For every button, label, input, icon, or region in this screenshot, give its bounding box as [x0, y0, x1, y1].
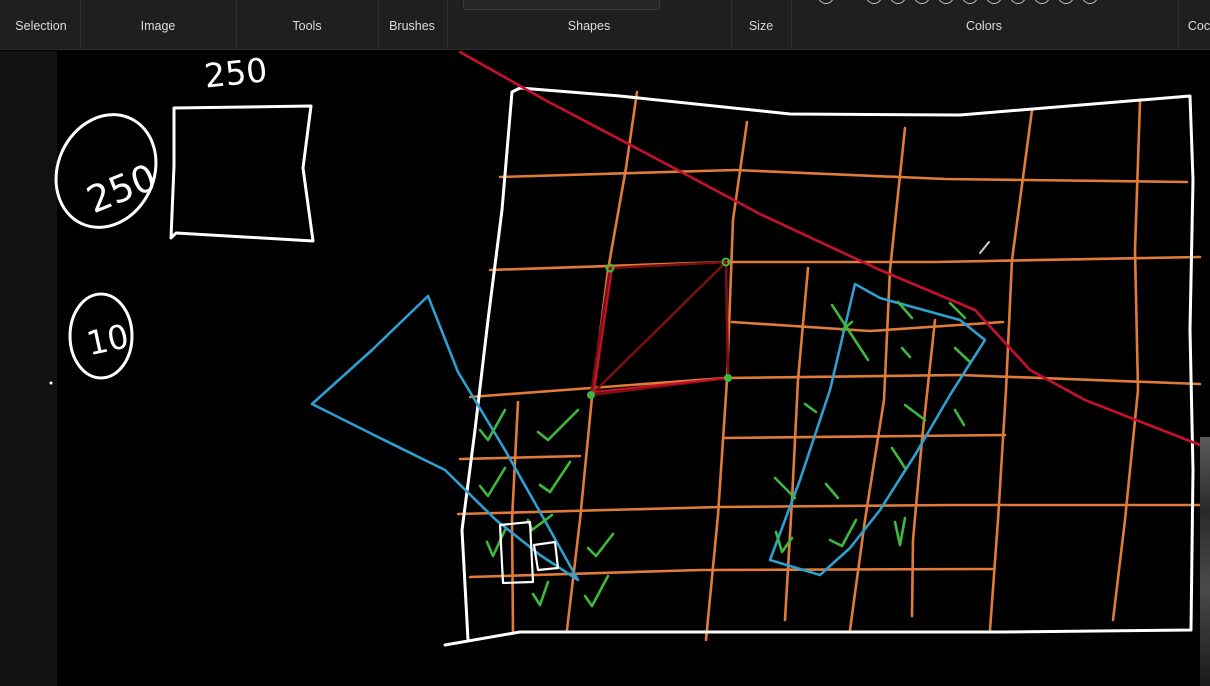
drawing-canvas[interactable]: 250 250 10 — [49, 50, 1210, 686]
canvas-drawing: 250 250 10 — [49, 50, 1202, 647]
green-checkmarks-right — [773, 300, 972, 554]
side-thumbnail-strip — [1200, 437, 1210, 686]
circled-number-250: 250 — [81, 156, 163, 222]
circled-number-10: 10 — [83, 316, 132, 363]
canvas-dot — [49, 381, 53, 385]
top-number-annotation: 250 — [202, 50, 269, 95]
orange-grid-horizontal — [456, 168, 1202, 579]
square-sketch — [169, 104, 315, 243]
blue-kite-shape — [310, 294, 580, 582]
small-white-tick — [979, 241, 990, 254]
dark-red-triangle — [589, 260, 730, 397]
